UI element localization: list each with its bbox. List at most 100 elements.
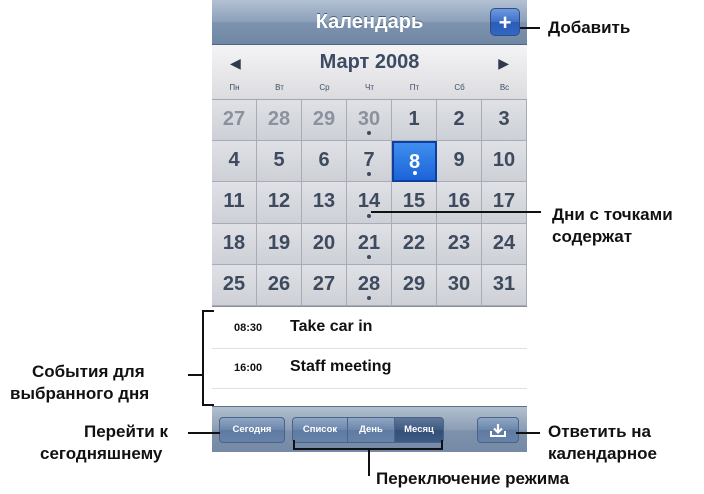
day-number: 24 — [492, 231, 516, 254]
day-number: 3 — [498, 108, 510, 130]
event-dot-icon — [367, 254, 371, 259]
event-list: 08:30 Take car in 16:00 Staff meeting — [212, 308, 527, 406]
callout-line-events-bottom — [202, 404, 214, 406]
day-number: 4 — [228, 149, 240, 172]
day-cell[interactable]: 20 — [302, 223, 347, 265]
callout-today-line2: сегодняшнему — [40, 444, 163, 463]
day-cell[interactable]: 6 — [302, 141, 347, 183]
callout-line-dots — [371, 211, 541, 213]
day-cell[interactable]: 13 — [302, 182, 347, 224]
event-row[interactable]: 08:30 Take car in — [212, 308, 527, 349]
day-number: 29 — [402, 272, 426, 295]
event-dot-icon — [367, 131, 371, 136]
day-number: 21 — [357, 231, 381, 254]
download-tray-icon — [490, 424, 506, 437]
day-cell[interactable]: 29 — [302, 100, 347, 142]
day-number: 22 — [402, 231, 426, 254]
day-cell[interactable]: 26 — [257, 264, 302, 306]
day-cell[interactable]: 10 — [482, 141, 527, 183]
day-number: 28 — [357, 272, 381, 295]
day-number: 29 — [312, 108, 336, 130]
callout-events-line2: выбранного дня — [10, 384, 150, 403]
day-cell[interactable]: 30 — [347, 100, 392, 142]
day-cell[interactable]: 27 — [302, 264, 347, 306]
callout-events-line1: События для — [32, 362, 145, 381]
bottom-toolbar: Сегодня Список День Месяц — [212, 406, 527, 452]
day-number: 17 — [492, 190, 516, 213]
day-cell[interactable]: 19 — [257, 223, 302, 265]
day-cell[interactable]: 11 — [212, 182, 257, 224]
callout-add: Добавить — [548, 18, 631, 37]
day-number: 2 — [453, 108, 465, 130]
day-number: 15 — [402, 190, 426, 213]
day-cell[interactable]: 24 — [482, 223, 527, 265]
inbox-button[interactable] — [477, 417, 519, 443]
event-title: Take car in — [290, 318, 373, 335]
event-dot-icon — [367, 295, 371, 300]
day-number: 6 — [318, 149, 330, 172]
day-cell[interactable]: 4 — [212, 141, 257, 183]
callout-line-events-top — [202, 310, 214, 312]
day-cell[interactable]: 30 — [437, 264, 482, 306]
callout-today-line1: Перейти к — [84, 422, 168, 441]
day-number: 10 — [492, 149, 516, 172]
day-cell[interactable]: 28 — [257, 100, 302, 142]
callout-line-today — [188, 432, 220, 434]
weekday-label: Вт — [275, 83, 284, 92]
day-cell[interactable]: 27 — [212, 100, 257, 142]
day-cell[interactable]: 29 — [392, 264, 437, 306]
weekday-label: Пн — [229, 83, 240, 92]
day-cell[interactable]: 31 — [482, 264, 527, 306]
day-cell[interactable]: 17 — [482, 182, 527, 224]
day-number: 30 — [357, 108, 381, 130]
callout-line-events-v — [202, 310, 204, 406]
day-number: 31 — [492, 272, 516, 295]
mode-day-button[interactable]: День — [347, 417, 395, 443]
month-grid: 27 28 29 30 1 2 3 4 5 6 7 8 9 10 11 12 13 14 15 16 17 18 19 20 2… — [212, 100, 527, 307]
add-event-button[interactable]: + — [490, 8, 520, 36]
day-cell[interactable]: 2 — [437, 100, 482, 142]
day-cell[interactable]: 9 — [437, 141, 482, 183]
mode-month-button[interactable]: Месяц — [394, 417, 444, 443]
today-button[interactable]: Сегодня — [219, 417, 285, 443]
weekday-label: Чт — [365, 83, 374, 92]
day-cell[interactable]: 5 — [257, 141, 302, 183]
weekday-label: Вс — [499, 83, 510, 92]
day-number: 28 — [267, 108, 291, 130]
day-number: 16 — [447, 190, 471, 213]
day-cell[interactable]: 7 — [347, 141, 392, 183]
page-title: Календарь — [315, 11, 424, 33]
day-number: 30 — [447, 272, 471, 295]
day-cell[interactable]: 18 — [212, 223, 257, 265]
day-cell[interactable]: 28 — [347, 264, 392, 306]
day-cell[interactable]: 12 — [257, 182, 302, 224]
callout-reply-line2: календарное — [548, 444, 657, 463]
day-cell[interactable]: 25 — [212, 264, 257, 306]
day-cell[interactable]: 1 — [392, 100, 437, 142]
day-cell-selected[interactable]: 8 — [392, 141, 437, 183]
day-cell[interactable]: 16 — [437, 182, 482, 224]
day-number: 20 — [312, 231, 336, 254]
day-cell[interactable]: 3 — [482, 100, 527, 142]
day-number: 7 — [363, 149, 375, 172]
day-number: 12 — [267, 190, 291, 213]
day-cell[interactable]: 22 — [392, 223, 437, 265]
callout-line-reply — [516, 432, 540, 434]
day-number: 1 — [408, 108, 420, 130]
day-number: 18 — [222, 231, 246, 254]
day-cell[interactable]: 14 — [347, 182, 392, 224]
day-cell[interactable]: 23 — [437, 223, 482, 265]
event-row[interactable]: 16:00 Staff meeting — [212, 348, 527, 389]
day-cell[interactable]: 15 — [392, 182, 437, 224]
next-month-icon[interactable]: ▶ — [498, 55, 509, 72]
day-number: 25 — [222, 272, 246, 295]
callout-dots-line1: Дни с точками — [552, 205, 673, 224]
callout-line-events-h — [188, 374, 202, 376]
event-dot-icon — [412, 171, 417, 176]
weekday-label: Ср — [319, 83, 330, 92]
day-cell[interactable]: 21 — [347, 223, 392, 265]
event-dot-icon — [367, 172, 371, 177]
day-number: 13 — [312, 190, 336, 213]
mode-list-button[interactable]: Список — [292, 417, 348, 443]
callout-line-mode-left — [293, 440, 295, 450]
